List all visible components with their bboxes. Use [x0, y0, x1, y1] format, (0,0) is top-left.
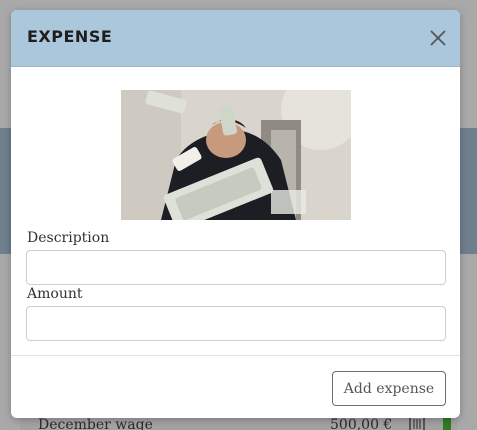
description-input[interactable] [26, 250, 446, 285]
add-expense-button[interactable]: Add expense [332, 371, 446, 406]
amount-input[interactable] [26, 306, 446, 341]
expense-modal: EXPENSE Description Amount Add expense [11, 10, 460, 418]
modal-footer: Add expense [11, 355, 460, 418]
amount-label: Amount [27, 286, 83, 302]
modal-title: EXPENSE [27, 27, 113, 46]
row-description: December wage [38, 417, 153, 430]
modal-body: Description Amount [11, 67, 460, 355]
description-label: Description [27, 230, 110, 246]
modal-header: EXPENSE [11, 10, 460, 67]
row-amount: 500,00 € [330, 417, 393, 430]
money-gif-image [121, 90, 351, 220]
close-icon[interactable] [428, 28, 448, 48]
